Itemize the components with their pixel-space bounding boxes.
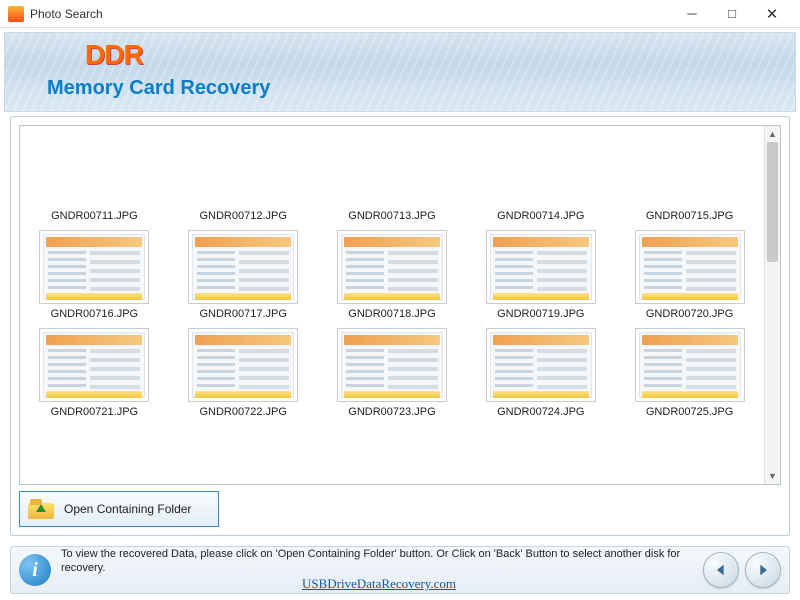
footer-bar: i To view the recovered Data, please cli… xyxy=(10,546,790,594)
scroll-down-arrow-icon[interactable]: ▼ xyxy=(765,468,781,484)
item-label: GNDR00717.JPG xyxy=(199,308,286,320)
thumbnail-icon xyxy=(486,328,596,402)
window-title: Photo Search xyxy=(30,7,672,21)
back-button[interactable] xyxy=(703,552,739,588)
item-label: GNDR00723.JPG xyxy=(348,406,435,418)
product-name: Memory Card Recovery xyxy=(47,77,270,100)
list-item[interactable]: GNDR00714.JPG xyxy=(470,130,611,224)
close-button[interactable]: ✕ xyxy=(752,0,792,28)
thumbnail-icon xyxy=(188,132,298,206)
arrow-right-icon xyxy=(755,562,771,578)
thumbnail-icon xyxy=(337,230,447,304)
item-label: GNDR00719.JPG xyxy=(497,308,584,320)
list-item[interactable]: GNDR00721.JPG xyxy=(24,326,165,420)
list-item[interactable]: GNDR00718.JPG xyxy=(322,228,463,322)
list-item[interactable]: GNDR00724.JPG xyxy=(470,326,611,420)
scroll-up-arrow-icon[interactable]: ▲ xyxy=(765,126,781,142)
thumbnail-grid[interactable]: GNDR00711.JPG GNDR00712.JPG GNDR00713.JPG G… xyxy=(20,126,764,484)
next-button[interactable] xyxy=(745,552,781,588)
item-label: GNDR00711.JPG xyxy=(51,210,138,222)
thumbnail-icon xyxy=(486,230,596,304)
list-item[interactable]: GNDR00713.JPG xyxy=(322,130,463,224)
list-item[interactable]: GNDR00722.JPG xyxy=(173,326,314,420)
list-item[interactable]: GNDR00716.JPG xyxy=(24,228,165,322)
thumbnail-icon xyxy=(486,132,596,206)
arrow-left-icon xyxy=(713,562,729,578)
vertical-scrollbar[interactable]: ▲ ▼ xyxy=(764,126,780,484)
thumbnail-icon xyxy=(188,230,298,304)
thumbnail-icon xyxy=(39,230,149,304)
item-label: GNDR00722.JPG xyxy=(199,406,286,418)
thumbnail-icon xyxy=(635,328,745,402)
list-item[interactable]: GNDR00717.JPG xyxy=(173,228,314,322)
list-item[interactable]: GNDR00725.JPG xyxy=(619,326,760,420)
list-item[interactable]: GNDR00712.JPG xyxy=(173,130,314,224)
item-label: GNDR00715.JPG xyxy=(646,210,733,222)
thumbnail-icon xyxy=(635,230,745,304)
app-icon xyxy=(8,6,24,22)
info-icon: i xyxy=(19,554,51,586)
maximize-button[interactable]: □ xyxy=(712,0,752,28)
thumbnail-icon xyxy=(188,328,298,402)
item-label: GNDR00725.JPG xyxy=(646,406,733,418)
thumbnail-icon xyxy=(337,132,447,206)
thumbnail-grid-container: GNDR00711.JPG GNDR00712.JPG GNDR00713.JPG G… xyxy=(19,125,781,485)
footer-link[interactable]: USBDriveDataRecovery.com xyxy=(61,576,697,593)
open-folder-label: Open Containing Folder xyxy=(64,502,191,516)
thumbnail-icon xyxy=(39,328,149,402)
item-label: GNDR00724.JPG xyxy=(497,406,584,418)
footer-text: To view the recovered Data, please click… xyxy=(61,547,697,593)
thumbnail-icon xyxy=(337,328,447,402)
thumbnail-icon xyxy=(635,132,745,206)
open-containing-folder-button[interactable]: Open Containing Folder xyxy=(19,491,219,527)
item-label: GNDR00713.JPG xyxy=(348,210,435,222)
list-item[interactable]: GNDR00723.JPG xyxy=(322,326,463,420)
main-panel: GNDR00711.JPG GNDR00712.JPG GNDR00713.JPG G… xyxy=(10,116,790,536)
list-item[interactable]: GNDR00711.JPG xyxy=(24,130,165,224)
scroll-handle[interactable] xyxy=(767,142,778,262)
list-item[interactable]: GNDR00719.JPG xyxy=(470,228,611,322)
scroll-track[interactable] xyxy=(765,142,780,468)
item-label: GNDR00720.JPG xyxy=(646,308,733,320)
header-banner: DDR Memory Card Recovery xyxy=(4,32,796,112)
folder-open-icon xyxy=(28,499,54,519)
list-item[interactable]: GNDR00715.JPG xyxy=(619,130,760,224)
item-label: GNDR00712.JPG xyxy=(199,210,286,222)
minimize-button[interactable]: ─ xyxy=(672,0,712,28)
item-label: GNDR00718.JPG xyxy=(348,308,435,320)
item-label: GNDR00716.JPG xyxy=(51,308,138,320)
list-item[interactable]: GNDR00720.JPG xyxy=(619,228,760,322)
item-label: GNDR00721.JPG xyxy=(51,406,138,418)
item-label: GNDR00714.JPG xyxy=(497,210,584,222)
footer-hint: To view the recovered Data, please click… xyxy=(61,548,680,574)
window-titlebar: Photo Search ─ □ ✕ xyxy=(0,0,800,28)
brand-logo: DDR xyxy=(85,39,143,71)
thumbnail-icon xyxy=(39,132,149,206)
